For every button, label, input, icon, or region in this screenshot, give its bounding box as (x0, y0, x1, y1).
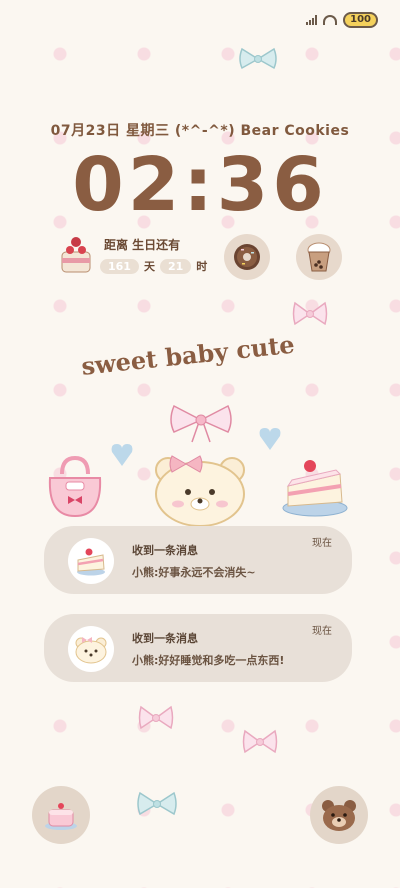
hours-unit: 时 (196, 260, 208, 273)
cake-slice-icon (77, 548, 105, 576)
flashlight-button[interactable] (32, 786, 90, 844)
clock: 02:36 (72, 142, 328, 228)
birthday-countdown: 161 天 21 时 (100, 258, 207, 274)
battery-indicator: 100 (343, 12, 378, 28)
bow-icon (138, 705, 174, 730)
notification-body: 小熊:好好睡觉和多吃一点东西! (132, 654, 285, 667)
days-unit: 天 (143, 260, 155, 273)
bow-icon (292, 301, 328, 326)
birthday-countdown-title: 距离 生日还有 (104, 238, 181, 252)
cake-icon (61, 237, 91, 273)
bubble-tea-app-button[interactable] (296, 234, 342, 280)
notification-avatar (68, 626, 114, 672)
notification-avatar (68, 538, 114, 584)
status-bar: 100 (306, 12, 378, 28)
notification-card[interactable]: 收到一条消息 现在 小熊:好事永远不会消失~ (44, 526, 352, 594)
wifi-icon (323, 15, 338, 25)
signal-icon (306, 15, 318, 25)
hours-value: 21 (159, 258, 192, 274)
donut-icon (234, 244, 260, 270)
headline-text: sweet baby cute (80, 329, 296, 381)
bow-icon (239, 47, 277, 70)
heart-icon (259, 428, 281, 450)
notification-title: 收到一条消息 (132, 632, 198, 645)
donut-app-button[interactable] (224, 234, 270, 280)
camera-bear-icon (322, 800, 356, 831)
notification-body: 小熊:好事永远不会消失~ (132, 566, 256, 579)
cake-slice-icon (282, 460, 348, 517)
bubble-tea-icon (307, 242, 331, 272)
date-line: 07月23日 星期三 (*^-^*) Bear Cookies (50, 123, 350, 139)
heart-icon (111, 444, 133, 466)
bow-icon (242, 729, 278, 754)
camera-button[interactable] (310, 786, 368, 844)
bow-icon (137, 791, 177, 816)
notification-title: 收到一条消息 (132, 544, 198, 557)
handbag-icon (48, 455, 102, 518)
notification-time: 现在 (312, 538, 332, 549)
notification-time: 现在 (312, 626, 332, 637)
notification-card[interactable]: 收到一条消息 现在 小熊:好好睡觉和多吃一点东西! (44, 614, 352, 682)
flashlight-cake-icon (45, 803, 77, 830)
bow-icon (170, 404, 232, 443)
bear-face-icon (75, 637, 107, 664)
days-value: 161 (100, 258, 139, 274)
bear-face-icon (155, 455, 245, 527)
